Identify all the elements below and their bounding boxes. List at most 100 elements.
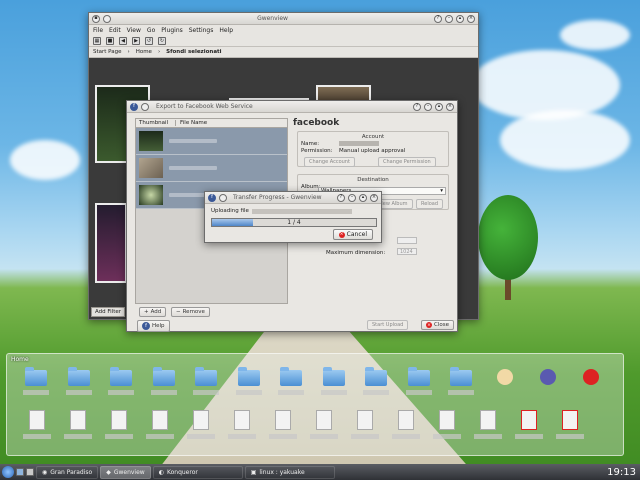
folder-icon[interactable] xyxy=(110,367,132,386)
desktop-icon[interactable] xyxy=(16,468,24,476)
close-icon[interactable]: × xyxy=(467,14,475,23)
menu-settings[interactable]: Settings xyxy=(189,27,214,34)
current-folder-crumb[interactable]: Sfondi selezionati xyxy=(166,49,221,55)
menu-file[interactable]: File xyxy=(93,27,103,34)
document-icon[interactable] xyxy=(357,410,373,430)
change-permission-button[interactable]: Change Permission xyxy=(378,157,436,167)
icon-label-blurred xyxy=(392,434,420,439)
image-file-icon[interactable] xyxy=(193,410,209,430)
image-file-icon[interactable] xyxy=(111,410,127,430)
help-icon[interactable]: ? xyxy=(434,14,442,23)
menu-view[interactable]: View xyxy=(127,27,141,34)
reload-button[interactable]: Reload xyxy=(416,199,444,209)
add-filter-button[interactable]: Add Filter xyxy=(91,307,126,317)
remove-photo-button[interactable]: − Remove xyxy=(171,307,210,317)
pdf-icon[interactable] xyxy=(583,369,599,385)
gwenview-titlebar[interactable]: ▪ Gwenview ? – ▴ × xyxy=(89,13,478,25)
image-file-icon[interactable] xyxy=(70,410,86,430)
cancel-button[interactable]: × Cancel xyxy=(332,229,373,240)
folder-icon[interactable] xyxy=(280,367,302,386)
pin-icon[interactable] xyxy=(103,14,111,23)
document-icon[interactable] xyxy=(480,410,496,430)
folder-icon[interactable] xyxy=(407,367,430,386)
help-button[interactable]: f Help xyxy=(137,320,170,332)
folder-icon[interactable] xyxy=(450,367,472,386)
document-icon[interactable] xyxy=(398,410,414,430)
previous-icon[interactable]: ◀ xyxy=(119,36,127,45)
close-icon[interactable]: × xyxy=(446,102,454,111)
image-file-icon[interactable] xyxy=(29,410,45,430)
column-thumbnail[interactable]: Thumbnail xyxy=(136,120,176,126)
start-upload-button[interactable]: Start Upload xyxy=(367,320,409,330)
close-button[interactable]: × Close xyxy=(421,320,454,330)
icon-label-blurred xyxy=(363,390,389,395)
permission-row: Permission: Manual upload approval xyxy=(298,148,448,154)
folder-icon[interactable] xyxy=(67,367,90,386)
document-icon[interactable] xyxy=(439,410,455,430)
task-yakuake[interactable]: ▣ linux : yakuake xyxy=(244,465,335,479)
max-dimension-spinbox[interactable]: 1024 xyxy=(397,248,417,255)
folder-icon[interactable] xyxy=(25,367,47,386)
maximize-icon[interactable]: ▴ xyxy=(359,193,367,202)
taskbar: ◉ Gran Paradiso ◆ Gwenview ◐ Konqueror ▣ lin… xyxy=(0,464,640,480)
menu-plugins[interactable]: Plugins xyxy=(161,27,183,34)
document-icon[interactable] xyxy=(275,410,291,430)
folder-icon[interactable] xyxy=(322,367,345,386)
help-icon[interactable]: ? xyxy=(337,193,345,202)
file-name-blurred xyxy=(169,139,217,143)
folder-icon[interactable] xyxy=(365,367,387,386)
task-gran-paradiso[interactable]: ◉ Gran Paradiso xyxy=(36,465,99,479)
activity-icon[interactable] xyxy=(26,468,34,476)
minimize-icon[interactable]: – xyxy=(445,14,453,23)
pin-icon[interactable] xyxy=(141,102,149,111)
view-icon[interactable]: ■ xyxy=(106,36,114,45)
add-photo-button[interactable]: + Add xyxy=(139,307,167,317)
maximize-icon[interactable]: ▴ xyxy=(456,14,464,23)
column-file-name[interactable]: File Name xyxy=(176,120,207,126)
folder-icon[interactable] xyxy=(152,367,175,386)
browse-icon[interactable]: ▦ xyxy=(93,36,101,45)
file-row[interactable] xyxy=(136,155,287,182)
close-icon[interactable]: × xyxy=(370,193,378,202)
rotate-right-icon[interactable]: ↻ xyxy=(158,36,166,45)
file-row[interactable] xyxy=(136,128,287,155)
document-icon[interactable] xyxy=(562,410,578,430)
uploading-row: Uploading file xyxy=(211,208,352,214)
menu-help[interactable]: Help xyxy=(219,27,233,34)
clock[interactable]: 19:13 xyxy=(607,467,636,478)
help-icon[interactable]: ? xyxy=(413,102,421,111)
menu-edit[interactable]: Edit xyxy=(109,27,121,34)
folder-icon[interactable] xyxy=(195,367,217,386)
rotate-left-icon[interactable]: ↺ xyxy=(145,36,153,45)
export-titlebar[interactable]: f Export to Facebook Web Service ? – ▴ × xyxy=(127,101,457,113)
maximize-icon[interactable]: ▴ xyxy=(435,102,443,111)
start-page-link[interactable]: Start Page xyxy=(93,49,122,55)
pin-icon[interactable] xyxy=(219,193,227,202)
change-account-button[interactable]: Change Account xyxy=(304,157,355,167)
app-menu-icon[interactable]: ▪ xyxy=(92,14,100,23)
icon-label-blurred xyxy=(193,390,219,395)
kickoff-menu-icon[interactable] xyxy=(2,466,14,478)
progress-bar: 1 / 4 xyxy=(211,218,377,227)
folder-icon[interactable] xyxy=(237,367,260,386)
minimize-icon[interactable]: – xyxy=(424,102,432,111)
menu-go[interactable]: Go xyxy=(147,27,155,34)
image-file-icon[interactable] xyxy=(234,410,250,430)
cancel-label: Cancel xyxy=(346,231,367,238)
minimize-icon[interactable]: – xyxy=(348,193,356,202)
document-icon[interactable] xyxy=(521,410,537,430)
transfer-progress-dialog: f Transfer Progress - Gwenview ? – ▴ × U… xyxy=(204,191,382,243)
home-crumb[interactable]: Home xyxy=(136,49,152,55)
note-icon[interactable] xyxy=(497,369,513,385)
icon-label-blurred xyxy=(23,390,49,395)
quality-spinbox[interactable] xyxy=(397,237,417,244)
progress-titlebar[interactable]: f Transfer Progress - Gwenview ? – ▴ × xyxy=(205,192,381,204)
image-file-icon[interactable] xyxy=(152,410,168,430)
ktorrent-icon[interactable] xyxy=(540,369,556,385)
thumbnail-image[interactable] xyxy=(95,203,127,283)
task-gwenview[interactable]: ◆ Gwenview xyxy=(100,465,151,479)
next-icon[interactable]: ▶ xyxy=(132,36,140,45)
tree xyxy=(478,195,538,280)
task-konqueror[interactable]: ◐ Konqueror xyxy=(152,465,243,479)
document-icon[interactable] xyxy=(316,410,332,430)
